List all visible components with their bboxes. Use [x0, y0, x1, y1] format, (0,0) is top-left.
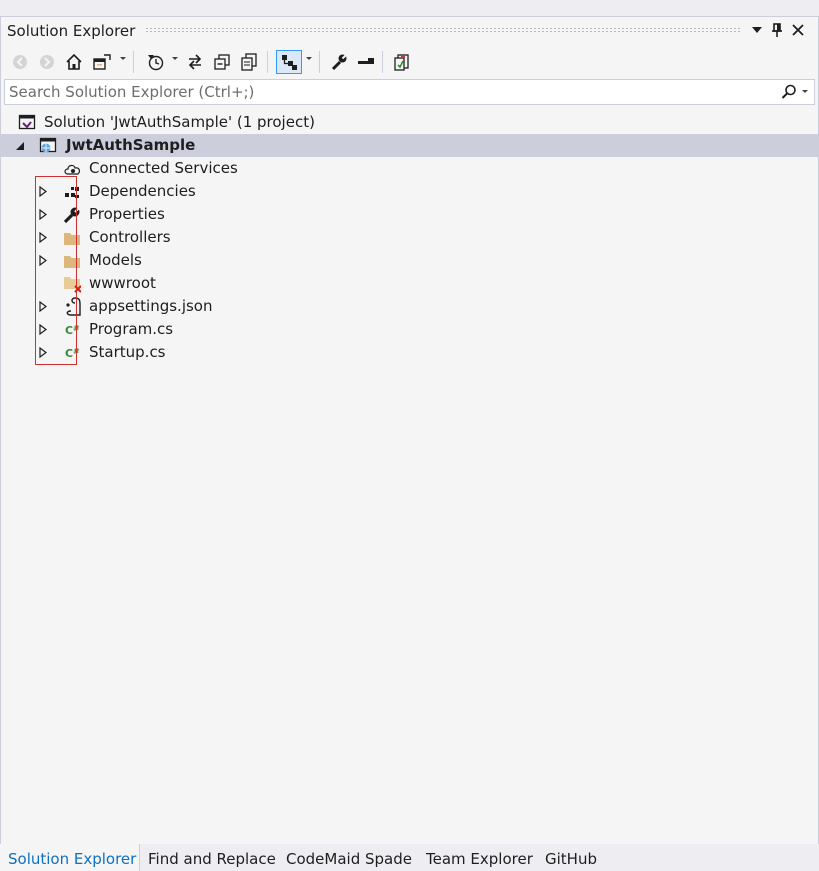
item-label: Properties [89, 205, 165, 223]
properties-icon[interactable] [328, 51, 350, 73]
minus-icon[interactable] [355, 51, 377, 73]
item-label: wwwroot [89, 274, 156, 292]
search-icon[interactable] [779, 82, 799, 102]
tree-row-models[interactable]: Models [1, 249, 818, 272]
collapse-all-icon[interactable] [211, 51, 233, 73]
preview-dropdown[interactable] [306, 57, 312, 60]
tree-row-dependencies[interactable]: Dependencies [1, 180, 818, 203]
home-icon[interactable] [63, 51, 85, 73]
project-label: JwtAuthSample [66, 136, 196, 154]
tree-row-project[interactable]: JwtAuthSample [1, 134, 818, 157]
title-bar: Solution Explorer [1, 17, 818, 45]
tree-row-connected-services[interactable]: Connected Services [1, 157, 818, 180]
tree-row-properties[interactable]: Properties [1, 203, 818, 226]
toolbar-separator [267, 51, 268, 73]
highlight-annotation-box [35, 176, 77, 365]
panel-title: Solution Explorer [7, 22, 136, 40]
item-label: appsettings.json [89, 297, 213, 315]
top-strip [0, 0, 819, 16]
window-position-dropdown-icon[interactable] [748, 21, 766, 39]
item-label: Connected Services [89, 159, 238, 177]
toolbar-separator [319, 51, 320, 73]
switch-views-dropdown[interactable] [120, 57, 126, 60]
item-label: Program.cs [89, 320, 174, 338]
tab-github[interactable]: GitHub [545, 850, 597, 868]
toolbar-separator [382, 51, 383, 73]
tree-row-controllers[interactable]: Controllers [1, 226, 818, 249]
show-all-files-icon[interactable] [238, 51, 260, 73]
collapse-arrow-icon[interactable] [14, 140, 26, 152]
sync-with-document-icon[interactable] [391, 51, 413, 73]
pending-changes-filter-icon[interactable] [144, 51, 166, 73]
back-icon[interactable] [9, 51, 31, 73]
preview-selected-icon[interactable] [276, 50, 302, 74]
forward-icon[interactable] [36, 51, 58, 73]
item-label: Controllers [89, 228, 171, 246]
item-label: Startup.cs [89, 343, 166, 361]
search-box [4, 79, 815, 105]
item-label: Dependencies [89, 182, 196, 200]
close-icon[interactable] [789, 21, 807, 39]
solution-label: Solution 'JwtAuthSample' (1 project) [44, 113, 315, 131]
toolbar-separator [133, 51, 134, 73]
tab-codemaid-spade[interactable]: CodeMaid Spade [286, 850, 412, 868]
pin-icon[interactable] [768, 21, 786, 39]
title-grip[interactable] [145, 27, 741, 33]
tree-row-wwwroot[interactable]: wwwroot [1, 272, 818, 295]
tab-team-explorer[interactable]: Team Explorer [426, 850, 533, 868]
solution-explorer-panel: Solution Explorer Search Solution Explor… [0, 16, 819, 845]
tab-find-and-replace[interactable]: Find and Replace [148, 850, 276, 868]
tree-row-solution[interactable]: Solution 'JwtAuthSample' (1 project) [1, 111, 818, 134]
search-input[interactable] [9, 82, 769, 101]
tab-solution-explorer[interactable]: Solution Explorer [8, 850, 136, 868]
bottom-tab-bar: Solution Explorer Find and Replace CodeM… [0, 844, 819, 871]
item-label: Models [89, 251, 142, 269]
switch-views-icon[interactable] [91, 51, 113, 73]
sync-icon[interactable] [184, 51, 206, 73]
toolbar [1, 47, 818, 77]
tree-row-appsettings[interactable]: appsettings.json [1, 295, 818, 318]
tree-row-program[interactable]: C # Program.cs [1, 318, 818, 341]
pending-changes-dropdown[interactable] [172, 57, 178, 60]
solution-icon [18, 114, 36, 132]
search-options-dropdown[interactable] [802, 90, 808, 93]
web-project-icon [39, 137, 57, 155]
tree-row-startup[interactable]: C # Startup.cs [1, 341, 818, 364]
